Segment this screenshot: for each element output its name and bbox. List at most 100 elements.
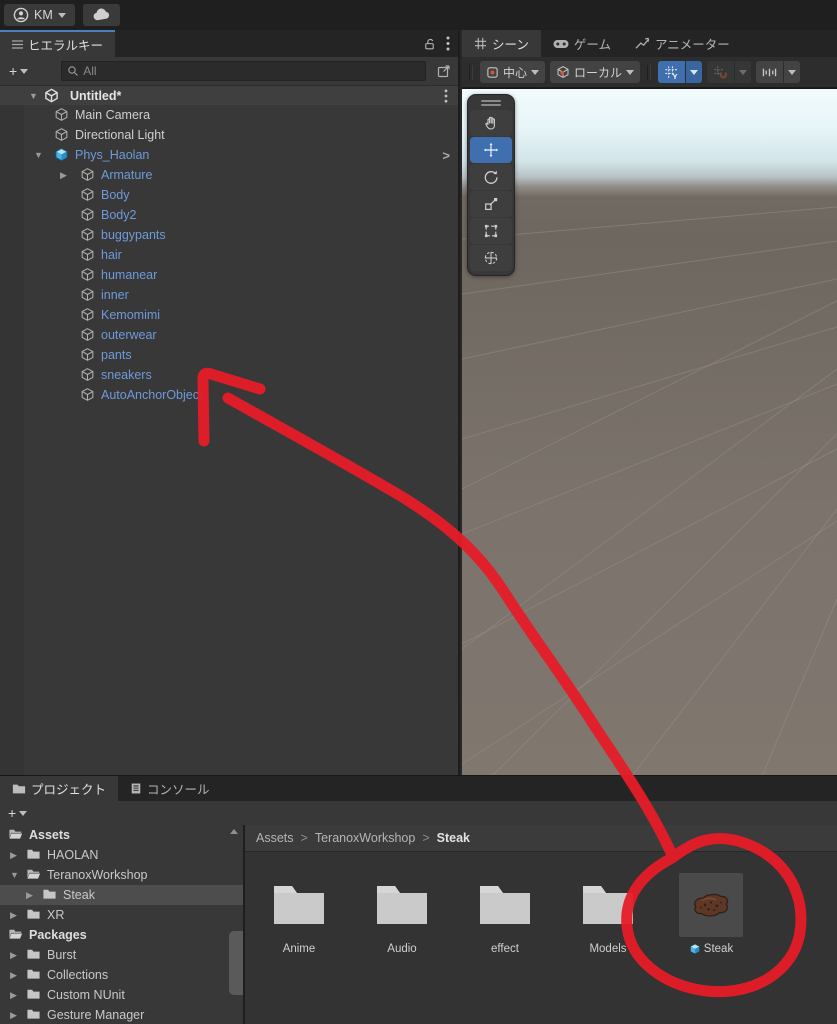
unlock-icon[interactable] — [423, 37, 436, 51]
tab-console[interactable]: コンソール — [118, 776, 222, 801]
foldout-expanded-icon[interactable]: ▼ — [34, 150, 54, 160]
asset-tile-models[interactable]: Models — [564, 873, 652, 955]
scene-viewport[interactable] — [462, 88, 837, 776]
prefab-cube-icon — [689, 943, 701, 955]
hierarchy-item-body[interactable]: Body — [0, 185, 458, 205]
hierarchy-item-inner[interactable]: inner — [0, 285, 458, 305]
project-tree-item-assets[interactable]: Assets — [0, 825, 243, 845]
tab-hierarchy[interactable]: ヒエラルキー — [0, 30, 116, 57]
tab-animator[interactable]: アニメーター — [623, 30, 742, 57]
gameobject-cube-icon — [80, 267, 96, 283]
orientation-dropdown[interactable]: ローカル — [550, 61, 641, 83]
pivot-mode-dropdown[interactable]: 中心 — [480, 61, 546, 83]
project-content: Assets ▶ HAOLAN ▼ TeranoxWorkshop ▶ Steak ▶ XR Pa… — [0, 825, 837, 1024]
item-label: pants — [101, 348, 132, 362]
grid-options-dropdown[interactable] — [685, 61, 703, 83]
palette-drag-handle[interactable] — [470, 97, 512, 109]
kebab-menu-icon[interactable] — [446, 36, 450, 51]
hand-tool-button[interactable] — [470, 110, 512, 136]
rotate-tool-button[interactable] — [470, 164, 512, 190]
move-tool-button[interactable] — [470, 137, 512, 163]
foldout-collapsed-icon[interactable]: ▶ — [10, 1010, 26, 1021]
breadcrumb-assets[interactable]: Assets — [256, 831, 294, 845]
project-tree-item-gesture-manager[interactable]: ▶ Gesture Manager — [0, 1005, 243, 1024]
project-tree-item-xr[interactable]: ▶ XR — [0, 905, 243, 925]
foldout-collapsed-icon[interactable]: ▶ — [60, 170, 80, 181]
project-tree-item-burst[interactable]: ▶ Burst — [0, 945, 243, 965]
cloud-services-button[interactable] — [82, 4, 120, 26]
item-label: Phys_Haolan — [75, 148, 150, 162]
item-label: AutoAnchorObject — [101, 388, 203, 402]
foldout-expanded-icon[interactable]: ▼ — [29, 91, 49, 101]
transform-tool-button[interactable] — [470, 245, 512, 271]
hierarchy-item-humanear[interactable]: humanear — [0, 265, 458, 285]
grid-visibility-toggle[interactable]: Y — [658, 61, 703, 83]
plus-label: + — [8, 805, 17, 821]
tab-scene[interactable]: シーン — [462, 30, 541, 57]
foldout-collapsed-icon[interactable]: ▶ — [10, 950, 26, 961]
hierarchy-item-kemomimi[interactable]: Kemomimi — [0, 305, 458, 325]
folder-icon — [26, 907, 42, 923]
hierarchy-item-main-camera[interactable]: Main Camera — [0, 105, 458, 125]
account-button[interactable]: KM — [4, 4, 75, 26]
breadcrumb: Assets > TeranoxWorkshop > Steak — [245, 825, 837, 852]
scene-header-row[interactable]: ▼ Untitled* — [0, 86, 458, 105]
gameobject-cube-icon — [80, 207, 96, 223]
tab-project[interactable]: プロジェクト — [0, 776, 119, 801]
snap-toggle[interactable] — [707, 61, 752, 83]
hierarchy-search-input[interactable]: All — [61, 61, 426, 81]
hierarchy-item-buggypants[interactable]: buggypants — [0, 225, 458, 245]
scroll-up-icon[interactable] — [230, 829, 238, 834]
snap-options-dropdown[interactable] — [734, 61, 752, 83]
kebab-menu-icon[interactable] — [444, 88, 448, 103]
hierarchy-item-pants[interactable]: pants — [0, 345, 458, 365]
hierarchy-item-phys-haolan[interactable]: ▼ Phys_Haolan > — [0, 145, 458, 165]
project-tree-item-packages[interactable]: Packages — [0, 925, 243, 945]
project-tree-item-steak[interactable]: ▶ Steak — [0, 885, 243, 905]
breadcrumb-teranoxworkshop[interactable]: TeranoxWorkshop — [315, 831, 416, 845]
gameobject-cube-icon — [80, 247, 96, 263]
foldout-collapsed-icon[interactable]: ▶ — [10, 990, 26, 1001]
hierarchy-item-autoanchorobject[interactable]: AutoAnchorObject — [0, 385, 458, 405]
asset-tile-steak[interactable]: Steak — [667, 873, 755, 955]
project-tree-item-collections[interactable]: ▶ Collections — [0, 965, 243, 985]
foldout-collapsed-icon[interactable]: ▶ — [10, 970, 26, 981]
item-label: Body2 — [101, 208, 137, 222]
asset-tile-audio[interactable]: Audio — [358, 873, 446, 955]
hierarchy-item-body2[interactable]: Body2 — [0, 205, 458, 225]
account-label: KM — [34, 8, 53, 22]
asset-tile-anime[interactable]: Anime — [255, 873, 343, 955]
foldout-collapsed-icon[interactable]: ▶ — [10, 910, 26, 921]
scale-tool-button[interactable] — [470, 191, 512, 217]
prefab-open-chevron[interactable]: > — [442, 148, 450, 163]
foldout-collapsed-icon[interactable]: ▶ — [10, 850, 26, 861]
asset-tile-effect[interactable]: effect — [461, 873, 549, 955]
create-asset-button[interactable]: + — [5, 805, 30, 821]
scene-picker-icon[interactable] — [436, 63, 452, 79]
hierarchy-item-armature[interactable]: ▶ Armature — [0, 165, 458, 185]
folder-icon — [26, 967, 42, 983]
hierarchy-item-outerwear[interactable]: outerwear — [0, 325, 458, 345]
gameobject-cube-icon — [54, 107, 70, 123]
rect-tool-button[interactable] — [470, 218, 512, 244]
snap-increment-dropdown[interactable] — [756, 61, 801, 83]
gameobject-cube-icon — [80, 307, 96, 323]
project-toolbar: + — [0, 801, 837, 826]
project-tree-item-haolan[interactable]: ▶ HAOLAN — [0, 845, 243, 865]
folder-thumbnail — [370, 873, 434, 937]
hierarchy-item-directional-light[interactable]: Directional Light — [0, 125, 458, 145]
foldout-collapsed-icon[interactable]: ▶ — [26, 890, 42, 901]
tab-game[interactable]: ゲーム — [541, 30, 623, 57]
increment-options-dropdown[interactable] — [783, 61, 801, 83]
breadcrumb-steak: Steak — [436, 831, 471, 845]
tree-scrollbar[interactable] — [227, 825, 243, 1024]
item-label: outerwear — [101, 328, 157, 342]
hierarchy-item-hair[interactable]: hair — [0, 245, 458, 265]
project-tree-item-teranoxworkshop[interactable]: ▼ TeranoxWorkshop — [0, 865, 243, 885]
scrollbar-thumb[interactable] — [229, 931, 243, 995]
hierarchy-item-sneakers[interactable]: sneakers — [0, 365, 458, 385]
foldout-expanded-icon[interactable]: ▼ — [10, 870, 26, 880]
create-object-button[interactable]: + — [6, 63, 31, 79]
asset-grid: Anime Audio effect Models Steak — [245, 851, 837, 1024]
project-tree-item-custom-nunit[interactable]: ▶ Custom NUnit — [0, 985, 243, 1005]
